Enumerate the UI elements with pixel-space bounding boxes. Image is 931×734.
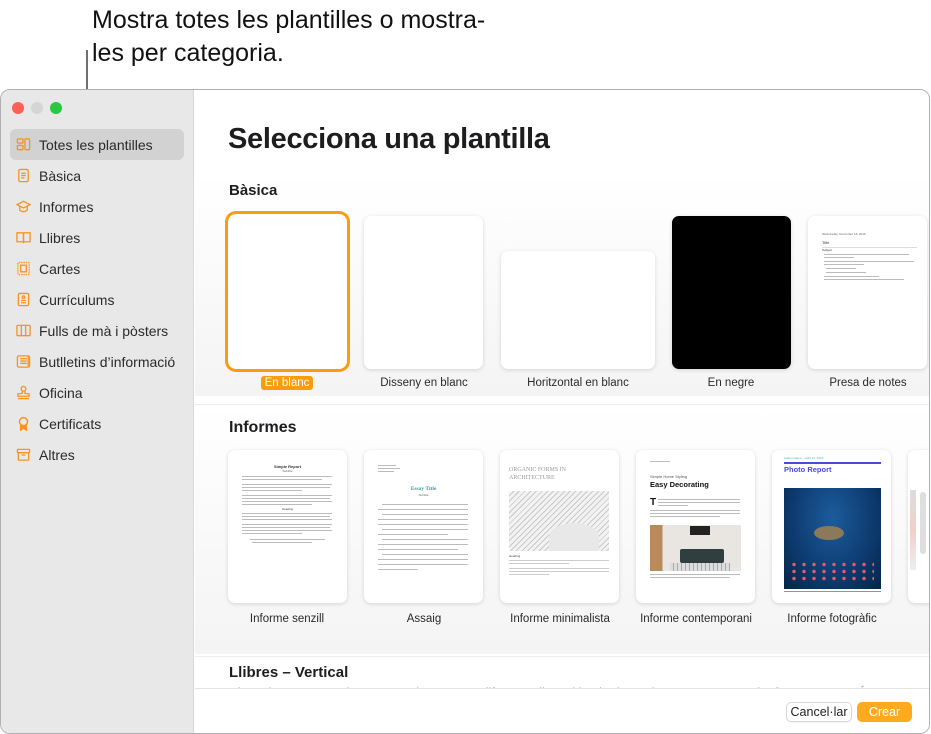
preview-title: Easy Decorating xyxy=(650,480,709,489)
vertical-scrollbar[interactable] xyxy=(920,492,926,554)
template-label: Informe contemporani xyxy=(640,613,752,625)
template-informe-fotografic[interactable]: Author Name – April 14, 2020 Photo Repor… xyxy=(772,450,891,603)
template-horitzontal-en-blanc[interactable] xyxy=(501,251,655,369)
preview-kicker: Simple Home Styling xyxy=(650,474,688,479)
preview-title: Title xyxy=(822,240,830,245)
preview-title: Essay Title xyxy=(410,486,437,492)
minimize-button[interactable] xyxy=(31,102,43,114)
preview-architecture-image xyxy=(509,491,609,551)
page-title: Selecciona una plantilla xyxy=(228,123,550,155)
template-informe-contemporani[interactable]: Simple Home Styling Easy Decorating T xyxy=(636,450,755,603)
section-title: Llibres – Vertical xyxy=(229,664,349,681)
preview-heading: Heading xyxy=(509,554,521,558)
graduation-cap-icon xyxy=(15,199,31,215)
sidebar-item-certificats[interactable]: Certificats xyxy=(10,408,184,439)
template-label: Informe minimalista xyxy=(510,613,610,625)
window-controls xyxy=(12,102,62,114)
preview-heading: Heading xyxy=(281,507,294,511)
template-label: Assaig xyxy=(406,613,442,625)
resume-icon xyxy=(15,292,31,308)
document-icon xyxy=(15,168,31,184)
template-gallery: Selecciona una plantilla Bàsica En blanc… xyxy=(195,90,929,690)
dialog-footer: Cancel·lar Crear xyxy=(195,688,929,733)
stamp-letter-icon xyxy=(15,261,31,277)
preview-subtitle: Subtitle xyxy=(418,493,429,497)
template-presa-de-notes[interactable]: Wednesday, December 18, 2019 Title Subje… xyxy=(808,216,927,369)
template-label: Presa de notes xyxy=(829,377,907,389)
sidebar-item-label: Bàsica xyxy=(39,167,82,184)
preview-title: ORGANIC FORMS IN ARCHITECTURE xyxy=(509,467,567,481)
sidebar-item-label: Oficina xyxy=(39,384,83,401)
template-assaig[interactable]: Essay Title Subtitle xyxy=(364,450,483,603)
template-chooser-window: Totes les plantilles Bàsica Informes Lli… xyxy=(0,89,930,734)
grid-icon xyxy=(15,137,31,153)
preview-subject: Subject xyxy=(822,248,833,252)
sidebar-item-cartes[interactable]: Cartes xyxy=(10,253,184,284)
sidebar-item-llibres[interactable]: Llibres xyxy=(10,222,184,253)
template-label: Horitzontal en blanc xyxy=(527,377,629,389)
sidebar-item-fulls-posters[interactable]: Fulls de mà i pòsters xyxy=(10,315,184,346)
sidebar-item-label: Fulls de mà i pòsters xyxy=(39,322,169,339)
sidebar-item-label: Informes xyxy=(39,198,94,215)
preview-subtitle: Subtitle xyxy=(282,469,293,473)
sidebar-item-label: Certificats xyxy=(39,415,102,432)
map-poster-icon xyxy=(15,323,31,339)
sidebar-item-label: Cartes xyxy=(39,260,81,277)
sidebar-item-informes[interactable]: Informes xyxy=(10,191,184,222)
close-button[interactable] xyxy=(12,102,24,114)
preview-turtle-photo xyxy=(784,488,881,589)
section-title: Informes xyxy=(229,419,297,436)
preview-interior-image xyxy=(650,525,741,571)
template-en-negre[interactable] xyxy=(672,216,791,369)
template-label: Informe senzill xyxy=(249,613,325,625)
template-label: En negre xyxy=(707,377,755,389)
sidebar-item-label: Butlletins d’informació xyxy=(39,353,176,370)
sidebar-item-label: Currículums xyxy=(39,291,115,308)
archive-box-icon xyxy=(15,447,31,463)
sidebar-item-label: Llibres xyxy=(39,229,81,246)
template-label: Informe fotogràfic xyxy=(787,613,877,625)
sidebar: Totes les plantilles Bàsica Informes Lli… xyxy=(1,90,194,733)
rubber-stamp-icon xyxy=(15,385,31,401)
sidebar-item-butlletins[interactable]: Butlletins d’informació xyxy=(10,346,184,377)
selected-label-badge: En blanc xyxy=(260,376,314,390)
template-label: En blanc xyxy=(212,376,362,391)
sidebar-item-oficina[interactable]: Oficina xyxy=(10,377,184,408)
callout-annotation: Mostra totes les plantilles o mostra-les… xyxy=(92,6,486,67)
section-llibres-vertical: Llibres – Vertical El contingut es pot a… xyxy=(195,656,929,690)
create-button[interactable]: Crear xyxy=(857,702,912,722)
template-disseny-en-blanc[interactable] xyxy=(364,216,483,369)
section-title: Bàsica xyxy=(229,182,278,199)
newsletter-icon xyxy=(15,354,31,370)
cancel-button[interactable]: Cancel·lar xyxy=(786,702,852,722)
section-informes: Informes Simple Report Subtitle Heading xyxy=(195,404,929,654)
template-en-blanc[interactable] xyxy=(228,214,347,369)
preview-date: Wednesday, December 18, 2019 xyxy=(822,232,866,236)
preview-meta: Author Name – April 14, 2020 xyxy=(784,456,824,460)
template-informe-minimalista[interactable]: ORGANIC FORMS IN ARCHITECTURE Heading xyxy=(500,450,619,603)
preview-title: Photo Report xyxy=(784,465,832,474)
sidebar-item-label: Totes les plantilles xyxy=(39,136,153,153)
sidebar-item-all-templates[interactable]: Totes les plantilles xyxy=(10,129,184,160)
sidebar-item-basica[interactable]: Bàsica xyxy=(10,160,184,191)
sidebar-item-label: Altres xyxy=(39,446,75,463)
ribbon-icon xyxy=(15,416,31,432)
zoom-button[interactable] xyxy=(50,102,62,114)
sidebar-item-curriculums[interactable]: Currículums xyxy=(10,284,184,315)
book-icon xyxy=(15,230,31,246)
drop-cap: T xyxy=(650,497,657,508)
section-basica: Bàsica En blanc Disseny en blanc Horitzo… xyxy=(195,174,929,396)
category-list: Totes les plantilles Bàsica Informes Lli… xyxy=(10,129,184,470)
template-informe-senzill[interactable]: Simple Report Subtitle Heading xyxy=(228,450,347,603)
template-label: Disseny en blanc xyxy=(380,377,468,389)
sidebar-item-altres[interactable]: Altres xyxy=(10,439,184,470)
